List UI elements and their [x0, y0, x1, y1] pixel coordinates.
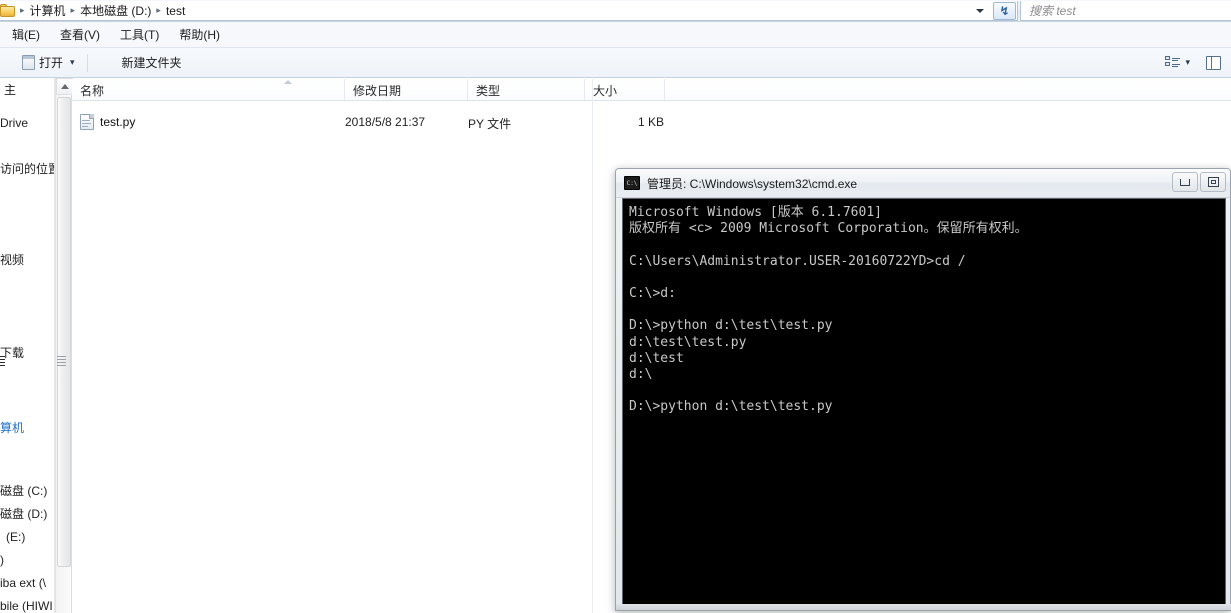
search-placeholder: 搜索 test: [1029, 4, 1076, 18]
nav-item-drive-other[interactable]: ): [0, 552, 4, 568]
refresh-button[interactable]: ↯: [993, 2, 1016, 20]
new-folder-button[interactable]: 新建文件夹: [114, 51, 190, 74]
scroll-up-arrow-icon[interactable]: [56, 78, 73, 95]
screen: ▸ 计算机 ▸ 本地磁盘 (D:) ▸ test ↯ 搜索 test 辑(E) …: [0, 0, 1231, 613]
file-size: 1 KB: [637, 115, 664, 129]
address-dropdown-button[interactable]: [969, 1, 991, 20]
address-field[interactable]: ▸ 计算机 ▸ 本地磁盘 (D:) ▸ test ↯: [0, 1, 1018, 21]
nav-scrollbar-grip: [57, 356, 66, 367]
nav-item-local-disk-d[interactable]: 磁盘 (D:): [0, 506, 47, 522]
breadcrumb-separator-1[interactable]: ▸: [69, 5, 78, 16]
nav-scrollbar-thumb[interactable]: [57, 97, 71, 567]
minimize-button[interactable]: [1172, 172, 1198, 192]
menu-help[interactable]: 帮助(H): [169, 24, 230, 46]
nav-item-onedrive[interactable]: Drive: [0, 115, 28, 131]
nav-item-network-mobile[interactable]: bile (HIWI: [0, 598, 53, 613]
column-date-modified[interactable]: 修改日期: [345, 79, 468, 101]
menu-view[interactable]: 查看(V): [50, 24, 110, 46]
minimize-icon: [1180, 178, 1190, 186]
toolbar: 打开 ▾ 新建文件夹 ▾: [0, 48, 1231, 78]
sort-indicator-icon: [284, 80, 293, 85]
navigation-pane: 主 Drive 访问的位置 视频 下载 算机 磁盘 (C:) 磁盘 (D:) (…: [0, 78, 55, 613]
window-controls: [1172, 172, 1226, 192]
console-title-text: 管理员: C:\Windows\system32\cmd.exe: [647, 176, 858, 191]
nav-item-libraries[interactable]: 主: [4, 82, 16, 98]
nav-item-local-disk-c[interactable]: 磁盘 (C:): [0, 483, 47, 499]
nav-item-recent-places[interactable]: 访问的位置: [0, 161, 54, 177]
column-size[interactable]: 大小: [585, 79, 665, 101]
breadcrumb-item-local-disk-d[interactable]: 本地磁盘 (D:): [77, 2, 154, 20]
preview-pane-button[interactable]: [1198, 53, 1229, 73]
chevron-down-icon: ▾: [70, 57, 75, 67]
nav-scrollbar[interactable]: [55, 78, 73, 613]
search-input[interactable]: 搜索 test: [1020, 1, 1231, 21]
toolbar-right-group: ▾: [1157, 53, 1231, 73]
console-text: Microsoft Windows [版本 6.1.7601] 版权所有 <c>…: [629, 205, 1028, 415]
nav-item-videos[interactable]: 视频: [0, 252, 24, 268]
pane-edge-grip: [0, 356, 5, 368]
preview-pane-icon: [1206, 55, 1221, 70]
breadcrumb-item-test[interactable]: test: [163, 2, 188, 20]
column-name[interactable]: 名称: [72, 79, 345, 101]
menu-edit[interactable]: 辑(E): [2, 24, 50, 46]
view-options-button[interactable]: ▾: [1157, 53, 1198, 73]
column-header-row: 名称 修改日期 类型 大小: [72, 79, 1231, 101]
file-date-modified: 2018/5/8 21:37: [345, 115, 426, 129]
address-bar: ▸ 计算机 ▸ 本地磁盘 (D:) ▸ test ↯ 搜索 test: [0, 0, 1231, 22]
view-options-icon: [1165, 55, 1181, 70]
folder-icon: [0, 4, 15, 17]
breadcrumb-item-computer[interactable]: 计算机: [27, 2, 69, 20]
console-window-footer: [616, 604, 1231, 610]
py-file-icon: [80, 114, 94, 130]
file-type: PY 文件: [468, 117, 512, 131]
breadcrumb: ▸ 计算机 ▸ 本地磁盘 (D:) ▸ test: [18, 2, 188, 20]
cmd-icon: C:\: [624, 176, 640, 190]
nav-item-drive-e[interactable]: (E:): [6, 529, 25, 545]
refresh-icon: ↯: [999, 4, 1010, 18]
breadcrumb-separator-0[interactable]: ▸: [18, 5, 27, 16]
chevron-down-icon: [976, 9, 984, 13]
command-prompt-window: C:\ 管理员: C:\Windows\system32\cmd.exe Mic…: [615, 168, 1231, 611]
maximize-button[interactable]: [1200, 172, 1226, 192]
maximize-icon: [1207, 177, 1219, 187]
nav-item-network-toshiba[interactable]: iba ext (\: [0, 575, 46, 591]
list-right-divider: [592, 79, 593, 613]
menu-bar: 辑(E) 查看(V) 工具(T) 帮助(H): [0, 22, 1231, 48]
open-button-label: 打开: [39, 56, 64, 70]
menu-tools[interactable]: 工具(T): [110, 24, 169, 46]
chevron-down-icon: ▾: [1185, 57, 1190, 67]
column-type[interactable]: 类型: [468, 79, 585, 101]
file-name: test.py: [100, 115, 136, 129]
nav-item-computer[interactable]: 算机: [0, 420, 24, 436]
console-output-area[interactable]: Microsoft Windows [版本 6.1.7601] 版权所有 <c>…: [622, 198, 1226, 606]
open-button[interactable]: 打开 ▾: [14, 51, 83, 74]
toolbar-divider: [86, 53, 88, 72]
breadcrumb-separator-2[interactable]: ▸: [154, 5, 163, 16]
console-title-bar[interactable]: C:\ 管理员: C:\Windows\system32\cmd.exe: [616, 169, 1230, 198]
open-file-icon: [22, 55, 35, 70]
new-folder-label: 新建文件夹: [121, 56, 182, 70]
